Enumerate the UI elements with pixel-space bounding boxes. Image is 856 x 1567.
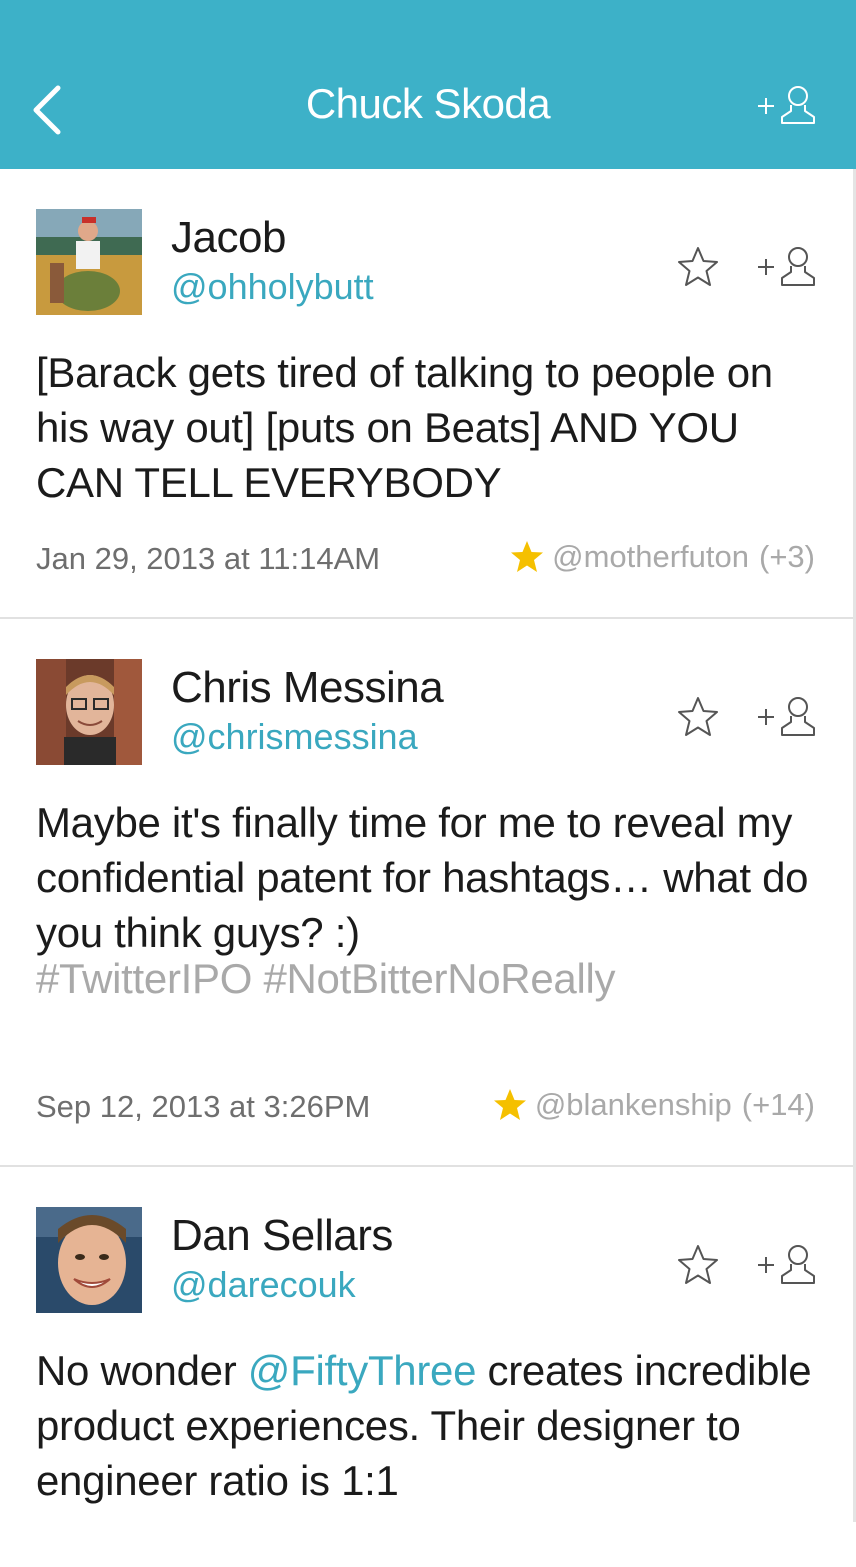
star-filled-icon xyxy=(511,541,544,572)
star-outline-icon xyxy=(678,247,718,286)
tweet-text: No wonder @FiftyThree creates incredible… xyxy=(36,1343,826,1508)
tweet-card[interactable]: Chris Messina @chrismessina Maybe it's f… xyxy=(0,619,853,1167)
follow-user-button[interactable] xyxy=(756,84,818,126)
favorited-by-user[interactable]: @motherfuton xyxy=(552,539,749,575)
favorited-by: @blankenship (+14) xyxy=(493,1087,815,1123)
app-header: Chuck Skoda xyxy=(0,0,856,169)
avatar[interactable] xyxy=(36,209,142,315)
favorite-button[interactable] xyxy=(676,695,720,739)
avatar-photo xyxy=(36,659,142,765)
tweet-hashtags: #TwitterIPO #NotBitterNoReally xyxy=(36,955,616,1003)
tweet-card[interactable]: Dan Sellars @darecouk No wonder @FiftyTh… xyxy=(0,1167,853,1567)
add-user-icon xyxy=(758,86,815,124)
tweet-feed: Jacob @ohholybutt [Barack gets tired of … xyxy=(0,169,853,1567)
tweet-author-handle[interactable]: @chrismessina xyxy=(171,716,418,758)
follow-button[interactable] xyxy=(756,695,818,739)
favorite-count: (+14) xyxy=(741,1087,815,1122)
star-outline-icon xyxy=(678,1245,718,1284)
tweet-text: [Barack gets tired of talking to people … xyxy=(36,349,773,506)
favorited-by: @motherfuton (+3) xyxy=(510,539,815,575)
avatar-photo xyxy=(36,1207,142,1313)
follow-button[interactable] xyxy=(756,1243,818,1287)
tweet-text: Maybe it's finally time for me to reveal… xyxy=(36,799,809,956)
page-title: Chuck Skoda xyxy=(305,80,551,127)
tweet-text-part: No wonder xyxy=(36,1347,248,1394)
mention-link[interactable]: @FiftyThree xyxy=(248,1347,477,1394)
avatar-photo xyxy=(36,209,142,315)
favorited-by-user[interactable]: @blankenship xyxy=(535,1087,732,1123)
tweet-author-name[interactable]: Dan Sellars xyxy=(171,1211,393,1261)
hashtag-link[interactable]: #NotBitterNoReally xyxy=(263,955,615,1002)
favorite-button[interactable] xyxy=(676,245,720,289)
favorite-button[interactable] xyxy=(676,1243,720,1287)
tweet-author-handle[interactable]: @ohholybutt xyxy=(171,266,374,308)
tweet-author-name[interactable]: Jacob xyxy=(171,213,286,263)
avatar[interactable] xyxy=(36,659,142,765)
tweet-timestamp: Jan 29, 2013 at 11:14AM xyxy=(36,541,381,576)
tweet-author-name[interactable]: Chris Messina xyxy=(171,663,444,713)
tweet-author-handle[interactable]: @darecouk xyxy=(171,1264,356,1306)
star-outline-icon xyxy=(678,697,718,736)
add-user-icon xyxy=(758,697,815,736)
hashtag-link[interactable]: #TwitterIPO xyxy=(36,955,252,1002)
add-user-icon xyxy=(758,1245,815,1284)
star-filled-icon xyxy=(493,1089,526,1120)
favorite-count: (+3) xyxy=(759,539,815,574)
add-user-icon xyxy=(758,247,815,286)
tweet-timestamp: Sep 12, 2013 at 3:26PM xyxy=(36,1089,371,1124)
avatar[interactable] xyxy=(36,1207,142,1313)
follow-button[interactable] xyxy=(756,245,818,289)
tweet-card[interactable]: Jacob @ohholybutt [Barack gets tired of … xyxy=(0,169,853,619)
